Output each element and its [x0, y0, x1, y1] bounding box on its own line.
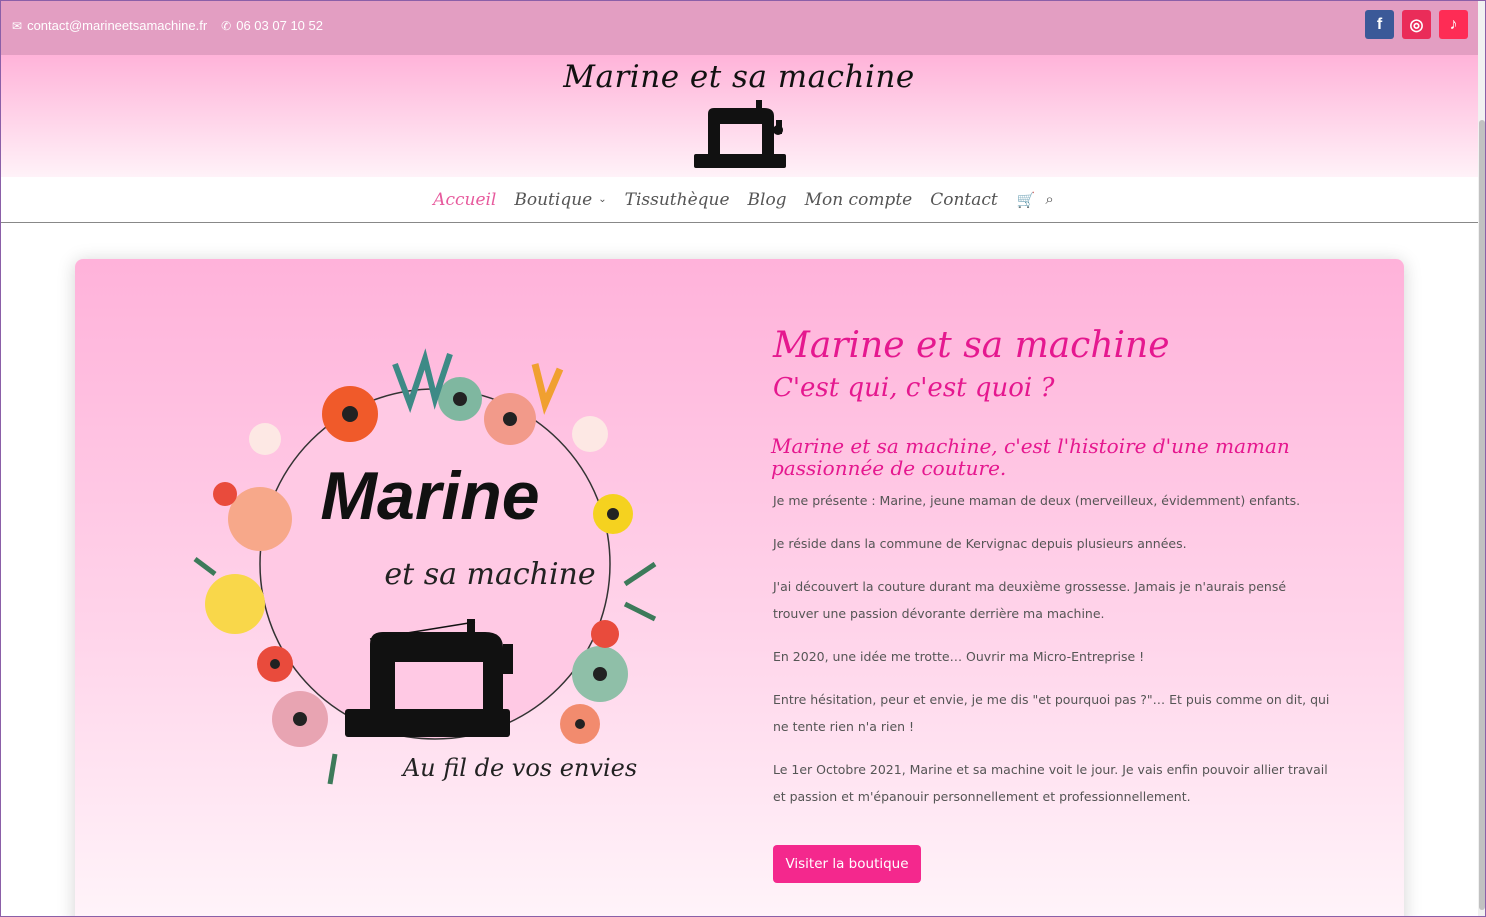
- social-links: f ◎ ♪: [1365, 10, 1468, 39]
- hero-paragraph: Je me présente : Marine, jeune maman de …: [773, 493, 1301, 508]
- nav-item-mon-compte[interactable]: Mon compte: [805, 190, 913, 210]
- instagram-icon[interactable]: ◎: [1402, 10, 1431, 39]
- site-title[interactable]: Marine et sa machine: [0, 59, 1478, 95]
- hero-paragraph: J'ai découvert la couture durant ma deux…: [773, 579, 1287, 621]
- hero-heading: Marine et sa machine, c'est l'histoire d…: [771, 434, 1290, 480]
- hero-paragraph: Le 1er Octobre 2021, Marine et sa machin…: [773, 762, 1328, 804]
- logo-line-1: Marine: [320, 458, 539, 534]
- top-contact: ✉ contact@marineetsamachine.fr ✆ 06 03 0…: [12, 18, 323, 33]
- logo-tagline: Au fil de vos envies: [401, 754, 637, 782]
- hero-paragraph: En 2020, une idée me trotte… Ouvrir ma M…: [773, 649, 1145, 664]
- nav-item-contact[interactable]: Contact: [930, 190, 998, 210]
- hero-card: Marine et sa machine Au fil de vos envie…: [75, 259, 1404, 917]
- hero-title: Marine et sa machine: [773, 325, 1170, 366]
- sewing-machine-logo-icon[interactable]: [694, 100, 786, 170]
- page-scrollbar[interactable]: [1478, 0, 1486, 917]
- nav-item-boutique[interactable]: Boutique ⌄: [514, 190, 606, 210]
- visit-shop-button[interactable]: Visiter la boutique: [773, 845, 921, 883]
- nav-item-tissutheque[interactable]: Tissuthèque: [625, 190, 730, 210]
- site-header: Marine et sa machine: [0, 55, 1478, 177]
- nav-item-accueil[interactable]: Accueil: [433, 190, 496, 210]
- chevron-down-icon: ⌄: [598, 194, 607, 205]
- hero-body: Je me présente : Marine, jeune maman de …: [773, 487, 1333, 826]
- tiktok-icon[interactable]: ♪: [1439, 10, 1468, 39]
- mail-icon: ✉: [12, 18, 23, 33]
- main-nav: Accueil Boutique ⌄ Tissuthèque Blog Mon c…: [0, 177, 1478, 223]
- facebook-icon[interactable]: f: [1365, 10, 1394, 39]
- phone-icon: ✆: [221, 18, 232, 33]
- hero-subtitle: C'est qui, c'est quoi ?: [773, 373, 1055, 403]
- search-icon[interactable]: ⌕: [1045, 191, 1053, 208]
- cart-icon[interactable]: 🛒: [1017, 191, 1036, 209]
- brand-logo-illustration: Marine et sa machine Au fil de vos envie…: [193, 348, 657, 785]
- contact-phone-link[interactable]: 06 03 07 10 52: [236, 18, 323, 33]
- top-bar: ✉ contact@marineetsamachine.fr ✆ 06 03 0…: [0, 0, 1478, 55]
- contact-email-link[interactable]: contact@marineetsamachine.fr: [27, 18, 207, 33]
- hero-paragraph: Entre hésitation, peur et envie, je me d…: [773, 692, 1330, 734]
- logo-line-2: et sa machine: [384, 557, 595, 592]
- scrollbar-thumb[interactable]: [1479, 120, 1485, 910]
- hero-paragraph: Je réside dans la commune de Kervignac d…: [773, 536, 1187, 551]
- nav-item-blog[interactable]: Blog: [748, 190, 787, 210]
